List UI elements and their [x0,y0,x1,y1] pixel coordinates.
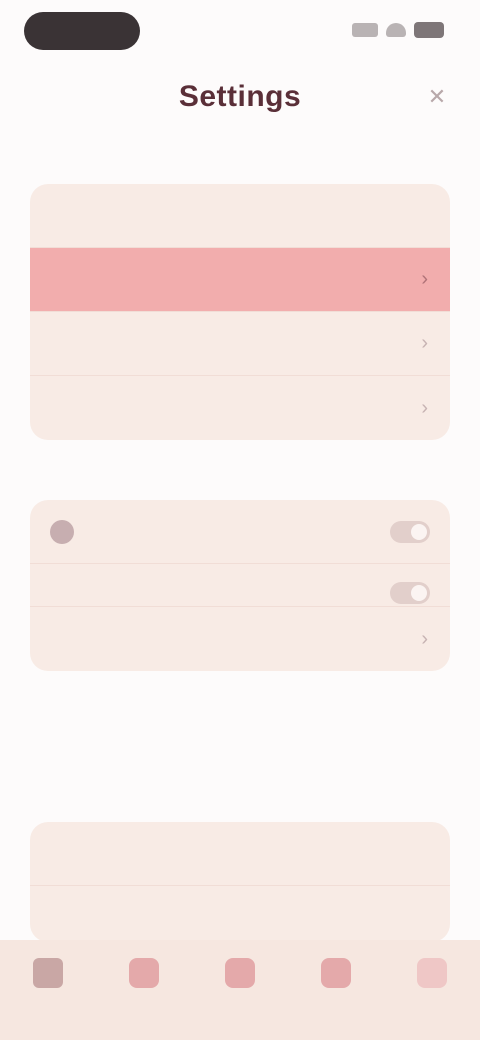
dynamic-island [24,12,140,50]
preference-row-3[interactable]: › [30,607,450,671]
about-row-1[interactable] [30,822,450,886]
add-icon [225,958,255,988]
setting-icon [50,519,74,544]
toggle-switch[interactable] [390,520,430,543]
close-icon[interactable]: ✕ [424,84,450,110]
about-card [30,822,450,942]
settings-screen: Settings ✕ › › › › [0,0,480,1040]
cellular-signal-icon [352,23,378,37]
chat-icon [321,958,351,988]
battery-icon [414,22,444,38]
nav-item-chat[interactable] [301,958,371,994]
nav-item-profile[interactable] [397,958,467,994]
toggle-switch[interactable] [390,582,430,604]
status-icons [352,22,444,38]
settings-row-3[interactable]: › [30,312,450,376]
chevron-right-icon: › [421,268,428,290]
calendar-icon [129,958,159,988]
nav-item-home[interactable] [13,958,83,994]
preference-row-toggle[interactable] [30,500,450,564]
account-card: › › › [30,184,450,440]
wifi-icon [386,23,406,37]
status-bar [0,0,480,64]
page-title: Settings [178,80,302,113]
preference-row-description[interactable] [30,564,450,607]
header: Settings ✕ [0,70,480,126]
chevron-right-icon: › [421,627,428,650]
about-row-2[interactable] [30,886,450,942]
preferences-card: › [30,500,450,671]
chevron-right-icon: › [421,396,428,419]
settings-row-selected[interactable]: › [30,248,450,312]
chevron-right-icon: › [421,332,428,354]
home-icon [33,958,63,988]
settings-row-1[interactable] [30,184,450,248]
nav-item-calendar[interactable] [109,958,179,994]
settings-row-4[interactable]: › [30,376,450,440]
profile-icon [417,958,447,988]
nav-item-add[interactable] [205,958,275,994]
bottom-navigation [0,940,480,1040]
